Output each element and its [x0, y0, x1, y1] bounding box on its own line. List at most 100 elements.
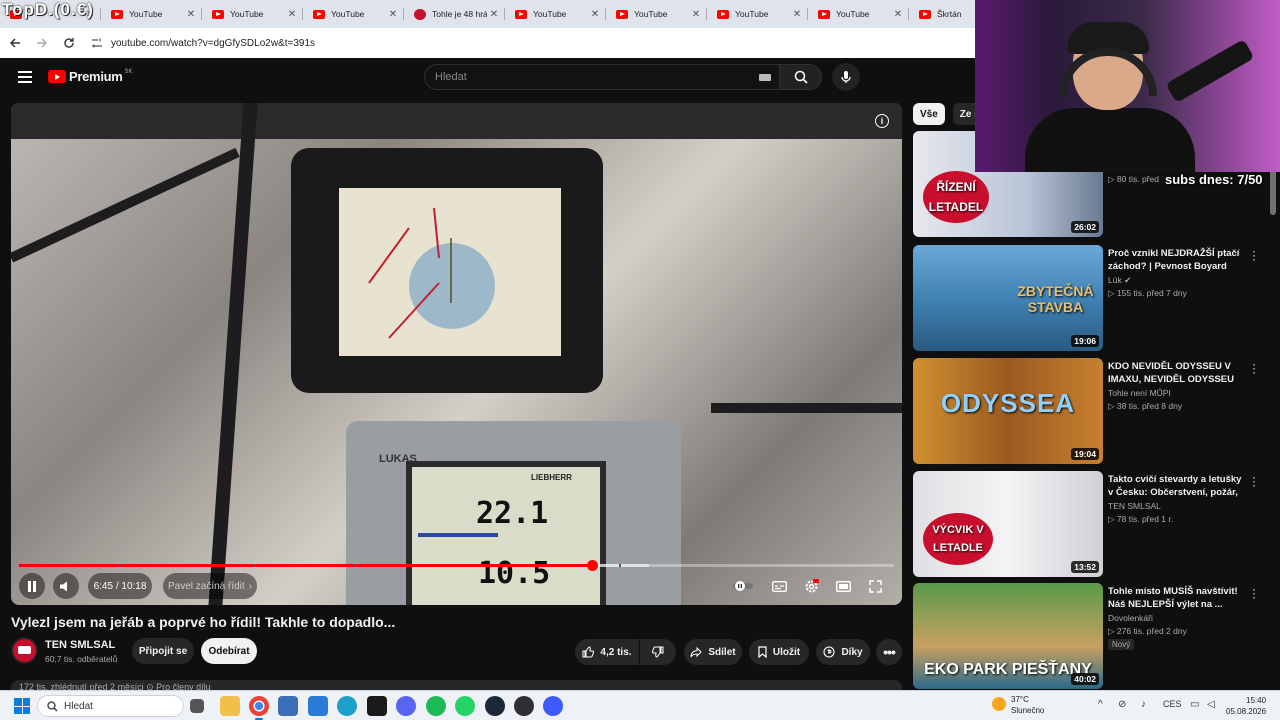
- close-tab-icon[interactable]: ✕: [588, 9, 602, 20]
- whatsapp-icon[interactable]: [455, 696, 475, 716]
- clock-time: 15:40: [1246, 696, 1267, 705]
- terminal-icon[interactable]: [367, 696, 387, 716]
- close-tab-icon[interactable]: ✕: [184, 9, 198, 20]
- more-vertical-icon[interactable]: · · ·: [1250, 245, 1258, 265]
- taskbar-search[interactable]: [37, 695, 184, 717]
- close-tab-icon[interactable]: ✕: [487, 9, 501, 20]
- youtube-premium-logo[interactable]: Premium SK: [48, 69, 133, 84]
- search-input[interactable]: [435, 71, 735, 83]
- browser-tab[interactable]: Škrtán✕: [909, 0, 975, 28]
- file-explorer-icon[interactable]: [220, 696, 240, 716]
- channel-name[interactable]: TEN SMLSAL: [45, 639, 115, 651]
- close-tab-icon[interactable]: ✕: [790, 9, 804, 20]
- recommendation-thumbnail[interactable]: ODYSSEA 19:04: [913, 358, 1103, 464]
- settings-button[interactable]: [799, 574, 823, 598]
- spotify-icon[interactable]: [426, 696, 446, 716]
- display-icon[interactable]: ▭: [1190, 699, 1199, 710]
- taskbar-clock[interactable]: 15:40 05.08.2026: [1226, 695, 1266, 717]
- browser-tab[interactable]: YouTube ✕: [808, 0, 909, 28]
- windows-taskbar: 37°C Slunečno ^ ⊘ ♪ CES ▭ ◁ 15:40 05.08.…: [0, 690, 1280, 720]
- browser-tab[interactable]: YouTube ✕: [505, 0, 606, 28]
- microphone-icon: [841, 71, 851, 83]
- store-icon[interactable]: [308, 696, 328, 716]
- channel-avatar[interactable]: [11, 637, 38, 664]
- chrome-icon[interactable]: [249, 696, 269, 720]
- video-player[interactable]: LUKAS LIEBHERR 22.1 10.5 i 6:45 / 10:18 …: [11, 103, 902, 605]
- recommendation-item[interactable]: EKO PARK PIEŠŤANY 40:02 Tohle místo MUSÍŠ …: [913, 583, 1273, 689]
- dislike-button[interactable]: [640, 639, 676, 665]
- search-button[interactable]: [780, 64, 822, 90]
- recommendation-title[interactable]: Proč vznikl NEJDRAŽŠÍ ptačí záchod? | Pe…: [1108, 247, 1246, 273]
- recommendation-title[interactable]: Takto cvičí stevardy a letušky v Česku: …: [1108, 473, 1246, 499]
- recommendation-item[interactable]: ODYSSEA 19:04 KDO NEVIDĚL ODYSSEU V IMAXU,…: [913, 358, 1273, 464]
- mic-tray-icon[interactable]: ♪: [1141, 699, 1146, 710]
- steam-icon[interactable]: [485, 696, 505, 716]
- recommendation-title[interactable]: Tohle místo MUSÍŠ navštívit! Náš NEJLEPŠ…: [1108, 585, 1246, 611]
- chevron-right-icon: ›: [248, 580, 253, 592]
- reload-button[interactable]: [57, 31, 81, 55]
- recommendation-thumbnail[interactable]: VÝCVIK V LETADLE 13:52: [913, 471, 1103, 577]
- back-button[interactable]: [3, 31, 27, 55]
- play-pause-button[interactable]: [19, 573, 45, 599]
- recommendation-channel[interactable]: Dovolenkáři: [1108, 613, 1153, 623]
- voice-search-button[interactable]: [832, 63, 860, 91]
- browser-tab[interactable]: YouTube ✕: [707, 0, 808, 28]
- more-actions-button[interactable]: •••: [876, 639, 902, 665]
- close-tab-icon[interactable]: ✕: [689, 9, 703, 20]
- save-button[interactable]: Uložit: [749, 639, 809, 665]
- recommendation-title[interactable]: KDO NEVIDĚL ODYSSEU V IMAXU, NEVIDĚL ODY…: [1108, 360, 1246, 386]
- weather-widget[interactable]: 37°C Slunečno: [992, 694, 1044, 716]
- language-indicator[interactable]: CES: [1163, 699, 1182, 709]
- network-off-icon[interactable]: ⊘: [1118, 699, 1126, 710]
- join-button[interactable]: Připojit se: [132, 638, 194, 664]
- close-tab-icon[interactable]: ✕: [285, 9, 299, 20]
- more-vertical-icon[interactable]: · · ·: [1250, 471, 1258, 491]
- volume-button[interactable]: [53, 573, 79, 599]
- browser-tab[interactable]: YouTube ✕: [202, 0, 303, 28]
- info-icon[interactable]: i: [875, 114, 889, 128]
- recommendation-item[interactable]: VÝCVIK V LETADLE 13:52 Takto cvičí stevard…: [913, 471, 1273, 577]
- site-info-icon[interactable]: [91, 36, 105, 50]
- keyboard-icon[interactable]: [759, 74, 771, 81]
- browser-tab[interactable]: YouTube ✕: [101, 0, 202, 28]
- volume-icon: [60, 581, 67, 591]
- task-view-icon[interactable]: [190, 699, 204, 713]
- forward-button[interactable]: [30, 31, 54, 55]
- chip-all[interactable]: Vše: [913, 103, 945, 125]
- fullscreen-button[interactable]: [863, 574, 887, 598]
- recommendation-item[interactable]: ZBYTEČNÁ STAVBA 19:06 Proč vznikl NEJDRAŽŠ…: [913, 245, 1273, 351]
- ea-app-icon[interactable]: [543, 696, 563, 716]
- share-button[interactable]: Sdílet: [684, 639, 742, 665]
- more-vertical-icon[interactable]: · · ·: [1250, 583, 1258, 603]
- chapter-button[interactable]: Pavel začíná řídit ›: [163, 573, 257, 599]
- edge-icon[interactable]: [337, 696, 357, 716]
- calculator-icon[interactable]: [278, 696, 298, 716]
- more-vertical-icon[interactable]: · · ·: [1250, 358, 1258, 378]
- browser-tab[interactable]: YouTube ✕: [606, 0, 707, 28]
- thanks-button[interactable]: Díky: [816, 639, 870, 665]
- volume-tray-icon[interactable]: ◁: [1207, 699, 1215, 710]
- theater-mode-button[interactable]: [831, 574, 855, 598]
- browser-tab-strip: ✕ YouTube ✕ YouTube ✕ YouTube ✕ Tohle je 48 hrá…: [0, 0, 975, 28]
- autoplay-toggle[interactable]: [731, 574, 755, 598]
- close-tab-icon[interactable]: ✕: [386, 9, 400, 20]
- url-text[interactable]: youtube.com/watch?v=dgGfySDLo2w&t=391s: [111, 38, 315, 49]
- close-tab-icon[interactable]: ✕: [891, 9, 905, 20]
- recommendation-thumbnail[interactable]: ZBYTEČNÁ STAVBA 19:06: [913, 245, 1103, 351]
- discord-icon[interactable]: [396, 696, 416, 716]
- tray-expand-icon[interactable]: ^: [1098, 699, 1103, 710]
- recommendation-thumbnail[interactable]: EKO PARK PIEŠŤANY 40:02: [913, 583, 1103, 689]
- progress-bar[interactable]: [19, 560, 894, 571]
- taskbar-search-input[interactable]: [64, 700, 174, 712]
- recommendation-channel[interactable]: Lúk ✔: [1108, 275, 1131, 286]
- obs-icon[interactable]: [514, 696, 534, 716]
- browser-tab[interactable]: Tohle je 48 hrá ✕: [404, 0, 505, 28]
- windows-start-icon[interactable]: [14, 698, 30, 714]
- recommendation-channel[interactable]: Tohle není MŮPI: [1108, 388, 1171, 398]
- browser-tab[interactable]: YouTube ✕: [303, 0, 404, 28]
- subtitles-button[interactable]: [767, 574, 791, 598]
- subscribe-button[interactable]: Odebírat: [201, 638, 257, 664]
- recommendation-channel[interactable]: TEN SMLSAL: [1108, 501, 1161, 511]
- menu-icon[interactable]: [18, 71, 32, 83]
- like-button[interactable]: 4,2 tis.: [575, 639, 639, 665]
